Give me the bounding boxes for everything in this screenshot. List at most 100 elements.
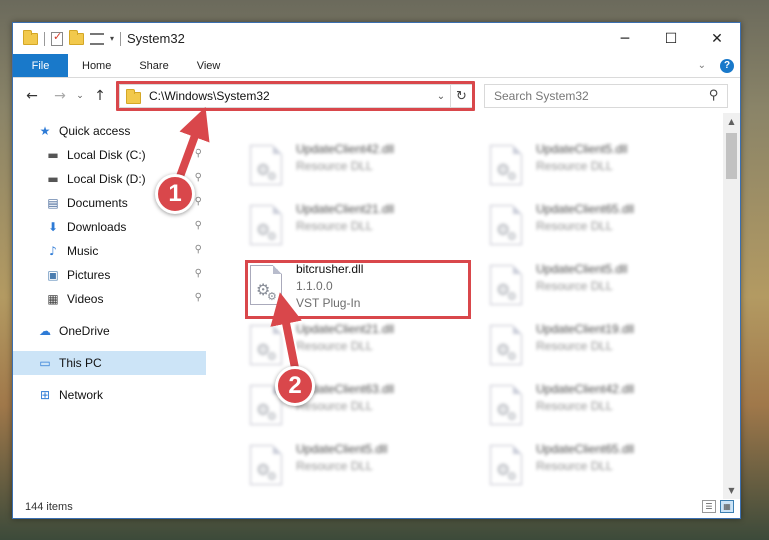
pin-icon[interactable]: ⚲ — [195, 220, 202, 231]
file-tile[interactable]: ⚙ ⚙ UpdateClient65.dll Resource DLL — [475, 439, 705, 499]
sidebar-item-label: Quick access — [59, 124, 131, 138]
sidebar-item-label: OneDrive — [59, 324, 110, 338]
sidebar-item-this-pc[interactable]: ▭ This PC — [13, 351, 206, 375]
list-properties-icon[interactable] — [90, 32, 104, 45]
file-name: UpdateClient42.dll — [296, 142, 395, 156]
scroll-up-icon[interactable]: ▲ — [723, 113, 740, 130]
file-tile[interactable]: ⚙ ⚙ UpdateClient63.dll Resource DLL — [235, 379, 465, 439]
file-list: ⚙ ⚙ UpdateClient42.dll Resource DLL ⚙ ⚙ Update… — [221, 113, 723, 499]
sidebar-item-label: Local Disk (D:) — [67, 172, 146, 186]
up-arrow-icon[interactable]: ↑ — [89, 88, 111, 104]
search-input[interactable]: Search System32 ⚲ — [484, 84, 728, 108]
sidebar-item-local-disk-c[interactable]: ▬ Local Disk (C:) ⚲ — [13, 143, 206, 167]
file-name: UpdateClient5.dll — [296, 442, 388, 456]
file-tile[interactable]: ⚙ ⚙ UpdateClient65.dll Resource DLL — [475, 199, 705, 259]
this-pc-icon: ▭ — [39, 356, 51, 370]
tab-file[interactable]: File — [13, 54, 68, 77]
minimize-button[interactable]: ─ — [602, 23, 648, 54]
step-2-badge: 2 — [275, 366, 315, 406]
file-tile[interactable]: ⚙ ⚙ UpdateClient21.dll Resource DLL — [235, 199, 465, 259]
file-tile[interactable]: ⚙ ⚙ UpdateClient42.dll Resource DLL — [235, 139, 465, 199]
tiles-view-icon[interactable]: ▦ — [720, 500, 734, 513]
sidebar-item-videos[interactable]: ▦ Videos ⚲ — [13, 287, 206, 311]
chevron-down-icon[interactable]: ⌄ — [698, 60, 706, 71]
back-arrow-icon[interactable]: ← — [21, 88, 43, 104]
ribbon-right-controls: ⌄ ? — [698, 54, 740, 77]
dll-file-icon: ⚙ ⚙ — [490, 265, 522, 305]
gear-small-icon: ⚙ — [267, 350, 277, 363]
help-icon[interactable]: ? — [720, 58, 734, 73]
pin-icon[interactable]: ⚲ — [195, 148, 202, 159]
dll-file-icon: ⚙ ⚙ — [490, 385, 522, 425]
music-icon: ♪ — [49, 244, 57, 258]
file-detail: Resource DLL — [536, 219, 613, 233]
pictures-icon: ▣ — [47, 268, 59, 282]
gear-small-icon: ⚙ — [507, 290, 517, 303]
dll-file-icon: ⚙ ⚙ — [490, 145, 522, 185]
forward-arrow-icon[interactable]: → — [49, 88, 71, 104]
file-name: UpdateClient65.dll — [536, 202, 635, 216]
dll-file-icon: ⚙ ⚙ — [250, 445, 282, 485]
file-name: UpdateClient65.dll — [536, 442, 635, 456]
sidebar-item-label: Videos — [67, 292, 104, 306]
sidebar-item-onedrive[interactable]: ☁ OneDrive — [13, 319, 206, 343]
file-detail: Resource DLL — [536, 159, 613, 173]
downloads-icon: ⬇ — [47, 220, 59, 234]
videos-icon: ▦ — [47, 292, 59, 306]
pin-icon[interactable]: ⚲ — [195, 292, 202, 303]
properties-check-icon[interactable] — [51, 30, 63, 46]
pin-icon[interactable]: ⚲ — [195, 196, 202, 207]
sidebar-item-music[interactable]: ♪ Music ⚲ — [13, 239, 206, 263]
file-name: UpdateClient21.dll — [296, 322, 395, 336]
tab-share[interactable]: Share — [125, 54, 182, 77]
file-tile[interactable]: ⚙ ⚙ UpdateClient5.dll Resource DLL — [235, 439, 465, 499]
address-highlight-box — [116, 81, 475, 111]
maximize-button[interactable]: ☐ — [648, 23, 694, 54]
file-tile[interactable]: ⚙ ⚙ UpdateClient21.dll Resource DLL — [235, 319, 465, 379]
file-highlight-box — [245, 260, 471, 319]
search-placeholder: Search System32 — [494, 89, 589, 103]
window-controls: ─ ☐ ✕ — [602, 23, 740, 54]
scroll-thumb[interactable] — [726, 133, 737, 179]
gear-small-icon: ⚙ — [507, 230, 517, 243]
step-1-badge: 1 — [155, 174, 195, 214]
title-bar: ▾ System32 ─ ☐ ✕ — [13, 23, 740, 54]
tab-home[interactable]: Home — [68, 54, 125, 77]
pin-icon[interactable]: ⚲ — [195, 172, 202, 183]
sidebar-item-pictures[interactable]: ▣ Pictures ⚲ — [13, 263, 206, 287]
sidebar-item-downloads[interactable]: ⬇ Downloads ⚲ — [13, 215, 206, 239]
search-icon[interactable]: ⚲ — [709, 88, 719, 103]
file-detail: Resource DLL — [296, 159, 373, 173]
tab-view[interactable]: View — [183, 54, 235, 77]
toolbar-divider — [44, 31, 45, 46]
status-bar: 144 items ☰ ▦ — [13, 496, 740, 518]
documents-icon: ▤ — [47, 196, 59, 210]
new-folder-icon[interactable] — [69, 29, 84, 45]
gear-small-icon: ⚙ — [507, 410, 517, 423]
file-tile[interactable]: ⚙ ⚙ UpdateClient42.dll Resource DLL — [475, 379, 705, 439]
sidebar-item-label: Network — [59, 388, 104, 402]
file-tile[interactable]: ⚙ ⚙ UpdateClient5.dll Resource DLL — [475, 259, 705, 319]
quick-access-toolbar: ▾ — [13, 29, 122, 46]
sidebar-item-quick-access[interactable]: ★ Quick access — [13, 119, 206, 143]
gear-small-icon: ⚙ — [267, 410, 277, 423]
file-tile[interactable]: ⚙ ⚙ UpdateClient5.dll Resource DLL — [475, 139, 705, 199]
file-tile[interactable]: ⚙ ⚙ UpdateClient19.dll Resource DLL — [475, 319, 705, 379]
file-name: UpdateClient21.dll — [296, 202, 395, 216]
pin-icon[interactable]: ⚲ — [195, 244, 202, 255]
details-view-icon[interactable]: ☰ — [702, 500, 716, 513]
gear-small-icon: ⚙ — [267, 230, 277, 243]
windows-drive-icon: ▬ — [47, 148, 59, 162]
dll-file-icon: ⚙ ⚙ — [250, 205, 282, 245]
file-name: UpdateClient5.dll — [536, 262, 628, 276]
gear-small-icon: ⚙ — [507, 470, 517, 483]
recent-locations-chevron-icon[interactable]: ⌄ — [73, 91, 87, 101]
drive-icon: ▬ — [47, 172, 59, 186]
sidebar-item-network[interactable]: ⊞ Network — [13, 383, 206, 407]
vertical-scrollbar[interactable]: ▲ ▼ — [723, 113, 740, 499]
sidebar-item-label: Downloads — [67, 220, 127, 234]
pin-icon[interactable]: ⚲ — [195, 268, 202, 279]
sidebar-item-label: Local Disk (C:) — [67, 148, 146, 162]
customize-toolbar-chevron-icon[interactable]: ▾ — [110, 34, 114, 43]
close-button[interactable]: ✕ — [694, 23, 740, 54]
